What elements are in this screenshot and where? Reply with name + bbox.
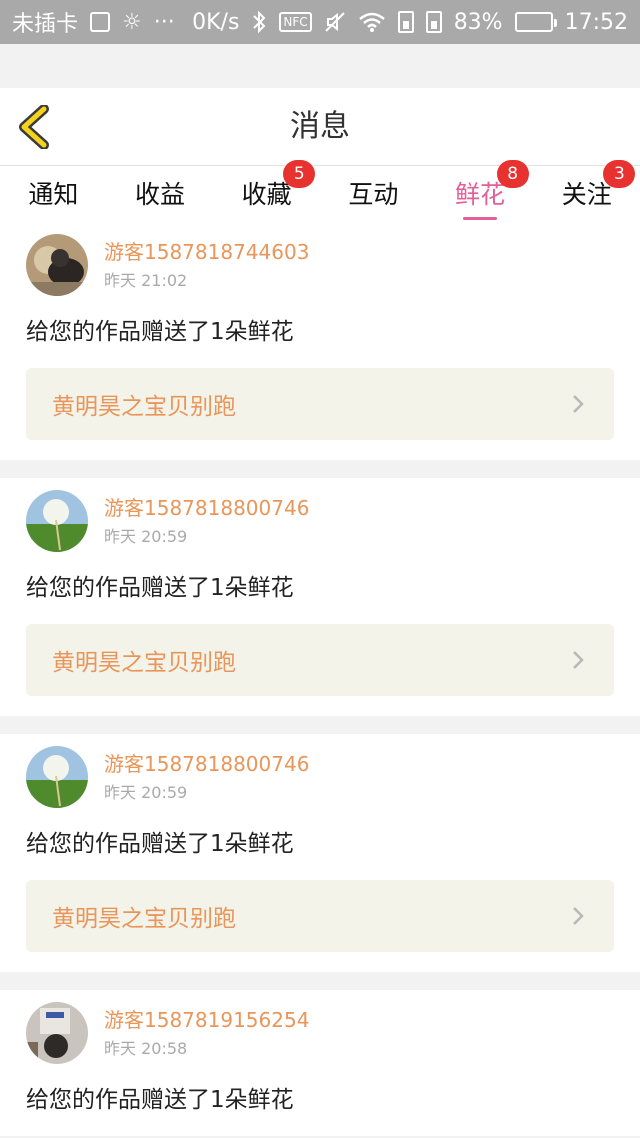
sender-name[interactable]: 游客1587818744603 <box>104 238 309 266</box>
work-link[interactable]: 黄明昊之宝贝别跑 <box>26 880 614 952</box>
chevron-right-icon <box>573 395 584 413</box>
sender-name[interactable]: 游客1587818800746 <box>104 750 309 778</box>
message-text: 给您的作品赠送了1朵鲜花 <box>26 575 294 601</box>
message-text: 给您的作品赠送了1朵鲜花 <box>26 319 294 345</box>
sender-name[interactable]: 游客1587819156254 <box>104 1006 309 1034</box>
work-link[interactable]: 黄明昊之宝贝别跑 <box>26 368 614 440</box>
message-text: 给您的作品赠送了1朵鲜花 <box>26 1087 294 1113</box>
tab-label: 关注 <box>561 180 612 209</box>
chevron-right-icon <box>573 907 584 925</box>
tab-label: 通知 <box>28 180 79 209</box>
tab-label: 互动 <box>348 180 399 209</box>
page-title: 消息 <box>290 109 350 144</box>
work-title: 黄明昊之宝贝别跑 <box>52 906 236 932</box>
tab-favorites[interactable]: 收藏 5 <box>213 160 320 222</box>
mute-icon <box>324 11 346 33</box>
message-time: 昨天 21:02 <box>104 271 188 290</box>
clock: 17:52 <box>564 9 628 35</box>
tab-label: 收益 <box>135 180 186 209</box>
photo-avatar[interactable] <box>26 1002 88 1064</box>
message-time: 昨天 20:59 <box>104 527 188 546</box>
following-badge: 3 <box>603 160 636 188</box>
message-card: 游客1587818744603 昨天 21:02 给您的作品赠送了1朵鲜花 黄明… <box>0 222 640 460</box>
brightness-icon: ☼ <box>122 9 142 35</box>
work-title: 黄明昊之宝贝别跑 <box>52 394 236 420</box>
bluetooth-icon <box>251 10 267 34</box>
tab-bar: 通知 收益 收藏 5 互动 鲜花 8 关注 3 <box>0 160 640 222</box>
more-icon: ··· <box>153 9 175 35</box>
message-card: 游客1587819156254 昨天 20:58 给您的作品赠送了1朵鲜花 <box>0 990 640 1136</box>
work-title: 黄明昊之宝贝别跑 <box>52 650 236 676</box>
dandelion-avatar[interactable] <box>26 490 88 552</box>
tab-label: 鲜花 <box>455 180 506 209</box>
tab-following[interactable]: 关注 3 <box>533 160 640 222</box>
image-icon <box>90 12 111 32</box>
header: 消息 <box>0 88 640 166</box>
nfc-icon: NFC <box>279 12 312 32</box>
message-time: 昨天 20:58 <box>104 1039 188 1058</box>
wifi-icon <box>358 11 386 33</box>
message-card: 游客1587818800746 昨天 20:59 给您的作品赠送了1朵鲜花 黄明… <box>0 478 640 716</box>
card-divider <box>0 460 640 478</box>
sim2-icon <box>425 11 442 33</box>
chevron-right-icon <box>573 651 584 669</box>
dandelion-avatar[interactable] <box>26 746 88 808</box>
network-speed: 0K/s <box>192 9 240 35</box>
card-divider <box>0 972 640 990</box>
tab-earnings[interactable]: 收益 <box>107 166 214 222</box>
work-link[interactable]: 黄明昊之宝贝别跑 <box>26 624 614 696</box>
carrier-label: 未插卡 <box>12 12 79 37</box>
message-card: 游客1587818800746 昨天 20:59 给您的作品赠送了1朵鲜花 黄明… <box>0 734 640 972</box>
battery-icon <box>514 12 557 32</box>
status-bar: 未插卡 ☼ ··· 0K/s NFC 83% 17:52 <box>0 0 640 44</box>
battery-percent: 83% <box>453 9 503 35</box>
cat-avatar[interactable] <box>26 234 88 296</box>
flowers-badge: 8 <box>496 160 529 188</box>
sim1-icon <box>397 11 414 33</box>
tab-notifications[interactable]: 通知 <box>0 166 107 222</box>
message-text: 给您的作品赠送了1朵鲜花 <box>26 831 294 857</box>
card-divider <box>0 716 640 734</box>
sender-name[interactable]: 游客1587818800746 <box>104 494 309 522</box>
active-tab-indicator <box>463 217 498 220</box>
favorites-badge: 5 <box>283 160 316 188</box>
tab-interactions[interactable]: 互动 <box>320 166 427 222</box>
message-time: 昨天 20:59 <box>104 783 188 802</box>
message-list: 游客1587818744603 昨天 21:02 给您的作品赠送了1朵鲜花 黄明… <box>0 222 640 1136</box>
tab-label: 收藏 <box>241 180 292 209</box>
tab-flowers[interactable]: 鲜花 8 <box>427 160 534 222</box>
